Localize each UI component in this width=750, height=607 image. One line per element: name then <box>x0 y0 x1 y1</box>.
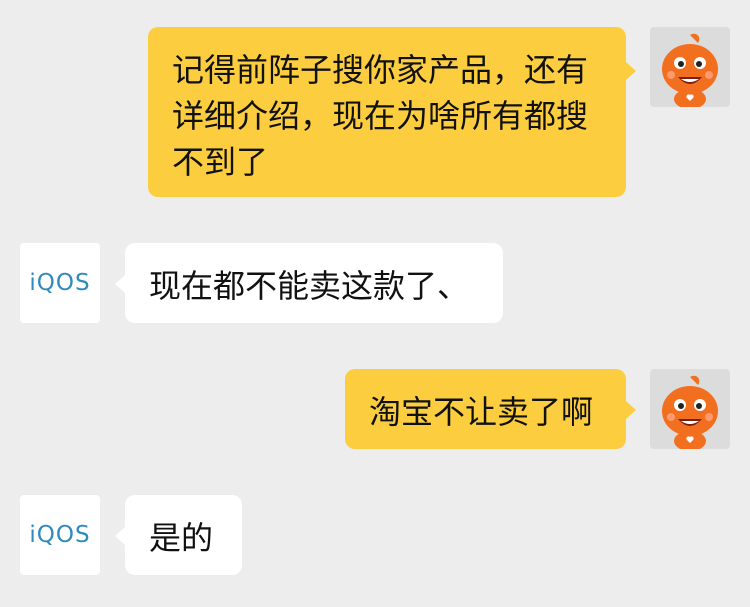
chat-thread: 记得前阵子搜你家产品，还有详细介绍，现在为啥所有都搜不到了 iQOS 现在都不能… <box>0 0 750 607</box>
message-bubble[interactable]: 淘宝不让卖了啊 <box>345 369 626 449</box>
message-text: 现在都不能卖这款了、 <box>149 267 470 305</box>
bubble-tail <box>115 275 125 293</box>
contact-avatar[interactable]: iQOS <box>20 243 100 323</box>
message-text: 淘宝不让卖了啊 <box>369 393 594 431</box>
bubble-tail <box>115 527 125 545</box>
message-bubble[interactable]: 记得前阵子搜你家产品，还有详细介绍，现在为啥所有都搜不到了 <box>148 27 626 197</box>
user-avatar[interactable] <box>650 369 730 449</box>
iqos-logo-icon: iQOS <box>29 270 91 296</box>
user-avatar[interactable] <box>650 27 730 107</box>
bubble-tail <box>626 62 636 80</box>
bubble-tail <box>626 401 636 419</box>
message-bubble[interactable]: 是的 <box>125 495 242 575</box>
message-bubble[interactable]: 现在都不能卖这款了、 <box>125 243 503 323</box>
iqos-logo-icon: iQOS <box>29 522 91 548</box>
message-text: 记得前阵子搜你家产品，还有详细介绍，现在为啥所有都搜不到了 <box>172 51 589 181</box>
cartoon-avatar-icon <box>662 375 718 449</box>
message-text: 是的 <box>149 519 214 557</box>
cartoon-avatar-icon <box>662 33 718 107</box>
contact-avatar[interactable]: iQOS <box>20 495 100 575</box>
